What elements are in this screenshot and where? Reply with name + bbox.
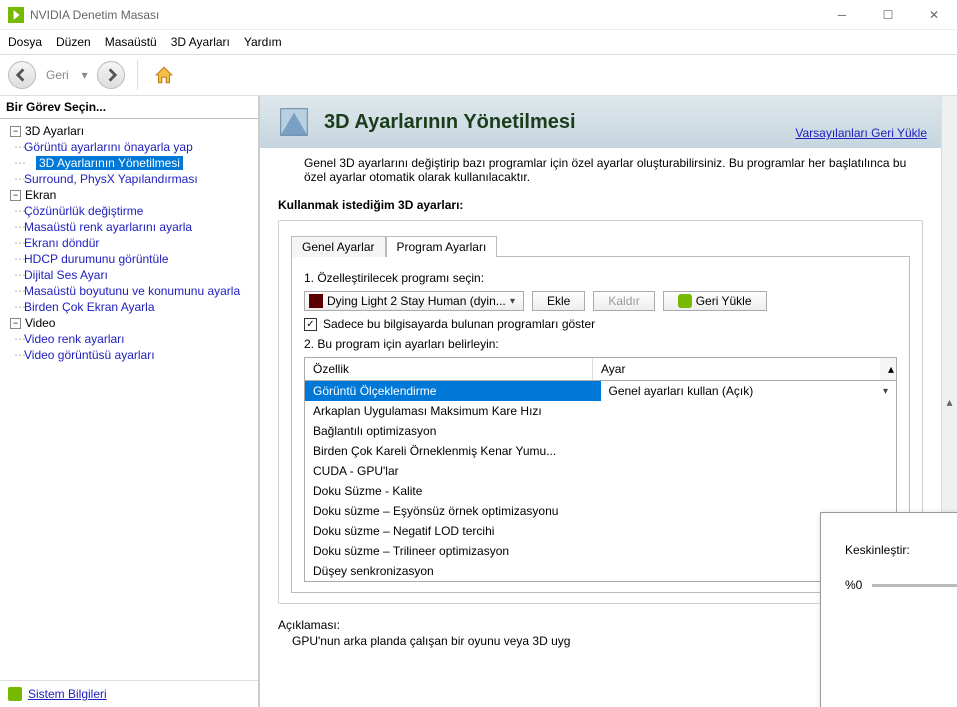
system-info-icon xyxy=(8,687,22,701)
toolbar: Geri ▾ xyxy=(0,54,957,96)
col-setting: Ayar xyxy=(593,358,880,380)
program-icon xyxy=(309,294,323,308)
tree-cat-3d[interactable]: −3D Ayarları xyxy=(4,123,254,139)
toolbar-divider xyxy=(137,60,138,90)
table-row[interactable]: Doku süzme – Eşyönsüz örnek optimizasyon… xyxy=(305,501,896,521)
sharpening-popup: Keskinleştir: %0 %100 50% Tamam İptal xyxy=(820,512,957,707)
section-label: Kullanmak istediğim 3D ayarları: xyxy=(278,198,923,212)
tree-cat-ekran[interactable]: −Ekran xyxy=(4,187,254,203)
table-row[interactable]: Düşey senkronizasyon xyxy=(305,561,896,581)
page-title: 3D Ayarlarının Yönetilmesi xyxy=(324,111,795,134)
program-select-value: Dying Light 2 Stay Human (dyin... xyxy=(327,294,506,308)
tree-item[interactable]: ⋯Dijital Ses Ayarı xyxy=(4,267,254,283)
table-row[interactable]: CUDA - GPU'lar xyxy=(305,461,896,481)
page-header-icon xyxy=(274,102,314,142)
collapse-icon[interactable]: − xyxy=(10,318,21,329)
chevron-down-icon[interactable]: ▾ xyxy=(883,386,888,397)
menu-masaustu[interactable]: Masaüstü xyxy=(105,35,157,49)
back-label: Geri xyxy=(46,68,69,82)
collapse-icon[interactable]: − xyxy=(10,126,21,137)
sharpen-slider[interactable] xyxy=(872,584,957,587)
slider-label: Keskinleştir: xyxy=(845,543,957,557)
tree-item[interactable]: ⋯Masaüstü boyutunu ve konumunu ayarla xyxy=(4,283,254,299)
tree-item[interactable]: ⋯Görüntü ayarlarını önayarla yap xyxy=(4,139,254,155)
program-select[interactable]: Dying Light 2 Stay Human (dyin... ▾ xyxy=(304,291,524,311)
home-button[interactable] xyxy=(150,61,178,89)
table-row[interactable]: Arkaplan Uygulaması Maksimum Kare Hızı xyxy=(305,401,896,421)
window-title: NVIDIA Denetim Masası xyxy=(30,8,819,22)
tab-program[interactable]: Program Ayarları xyxy=(386,236,498,257)
tree-item[interactable]: ⋯Birden Çok Ekran Ayarla xyxy=(4,299,254,315)
slider-min: %0 xyxy=(845,578,862,592)
checkbox-icon: ✓ xyxy=(304,318,317,331)
sidebar-title: Bir Görev Seçin... xyxy=(0,96,258,119)
menu-duzen[interactable]: Düzen xyxy=(56,35,91,49)
history-dropdown-icon[interactable]: ▾ xyxy=(79,69,91,81)
tab-global[interactable]: Genel Ayarlar xyxy=(291,236,386,257)
page-header: 3D Ayarlarının Yönetilmesi Varsayılanlar… xyxy=(260,96,941,148)
back-button[interactable] xyxy=(8,61,36,89)
restore-defaults-link[interactable]: Varsayılanları Geri Yükle xyxy=(795,126,927,142)
tree-item[interactable]: ⋯Çözünürlük değiştirme xyxy=(4,203,254,219)
settings-table: Özellik Ayar ▴ Görüntü Ölçeklendirme Gen… xyxy=(304,357,897,582)
table-row[interactable]: Doku Süzme - Kalite xyxy=(305,481,896,501)
table-row[interactable]: Birden Çok Kareli Örneklenmiş Kenar Yumu… xyxy=(305,441,896,461)
add-button[interactable]: Ekle xyxy=(532,291,585,311)
tree-cat-video[interactable]: −Video xyxy=(4,315,254,331)
remove-button: Kaldır xyxy=(593,291,654,311)
restore-button[interactable]: Geri Yükle xyxy=(663,291,767,311)
nvidia-app-icon xyxy=(8,7,24,23)
chevron-down-icon: ▾ xyxy=(506,296,519,307)
tree-item[interactable]: ⋯Masaüstü renk ayarlarını ayarla xyxy=(4,219,254,235)
step1-label: 1. Özelleştirilecek programı seçin: xyxy=(304,271,897,285)
page-description: Genel 3D ayarlarını değiştirip bazı prog… xyxy=(260,148,941,192)
menu-yardim[interactable]: Yardım xyxy=(244,35,282,49)
tree-item-selected[interactable]: 3D Ayarlarının Yönetilmesi xyxy=(36,156,183,170)
titlebar: NVIDIA Denetim Masası ─ ☐ ✕ xyxy=(0,0,957,30)
tree-item[interactable]: ⋯Ekranı döndür xyxy=(4,235,254,251)
show-installed-checkbox[interactable]: ✓ Sadece bu bilgisayarda bulunan program… xyxy=(304,317,897,331)
menu-3d-ayarlari[interactable]: 3D Ayarları xyxy=(171,35,230,49)
task-tree: −3D Ayarları ⋯Görüntü ayarlarını önayarl… xyxy=(0,119,258,680)
table-row[interactable]: Bağlantılı optimizasyon xyxy=(305,421,896,441)
step2-label: 2. Bu program için ayarları belirleyin: xyxy=(304,337,897,351)
collapse-icon[interactable]: − xyxy=(10,190,21,201)
tree-item[interactable]: ⋯Surround, PhysX Yapılandırması xyxy=(4,171,254,187)
menu-dosya[interactable]: Dosya xyxy=(8,35,42,49)
forward-button[interactable] xyxy=(97,61,125,89)
table-row[interactable]: Görüntü Ölçeklendirme Genel ayarları kul… xyxy=(305,381,896,401)
table-row[interactable]: Doku süzme – Trilineer optimizasyon xyxy=(305,541,896,561)
settings-tabs: Genel Ayarlar Program Ayarları xyxy=(291,235,910,256)
sidebar: Bir Görev Seçin... −3D Ayarları ⋯Görüntü… xyxy=(0,96,260,707)
sidebar-footer: Sistem Bilgileri xyxy=(0,680,258,707)
tree-item[interactable]: ⋯HDCP durumunu görüntüle xyxy=(4,251,254,267)
scroll-up-icon[interactable]: ▴ xyxy=(880,358,896,380)
maximize-button[interactable]: ☐ xyxy=(865,0,911,30)
minimize-button[interactable]: ─ xyxy=(819,0,865,30)
nvidia-icon xyxy=(678,294,692,308)
tree-item[interactable]: ⋯Video görüntüsü ayarları xyxy=(4,347,254,363)
main-panel: 3D Ayarlarının Yönetilmesi Varsayılanlar… xyxy=(260,96,957,707)
table-row[interactable]: Doku süzme – Negatif LOD tercihi xyxy=(305,521,896,541)
tree-item[interactable]: ⋯Video renk ayarları xyxy=(4,331,254,347)
table-header: Özellik Ayar ▴ xyxy=(305,358,896,381)
system-info-link[interactable]: Sistem Bilgileri xyxy=(28,687,107,701)
checkbox-label: Sadece bu bilgisayarda bulunan programla… xyxy=(323,317,595,331)
menubar: Dosya Düzen Masaüstü 3D Ayarları Yardım xyxy=(0,30,957,54)
close-button[interactable]: ✕ xyxy=(911,0,957,30)
col-feature: Özellik xyxy=(305,358,593,380)
